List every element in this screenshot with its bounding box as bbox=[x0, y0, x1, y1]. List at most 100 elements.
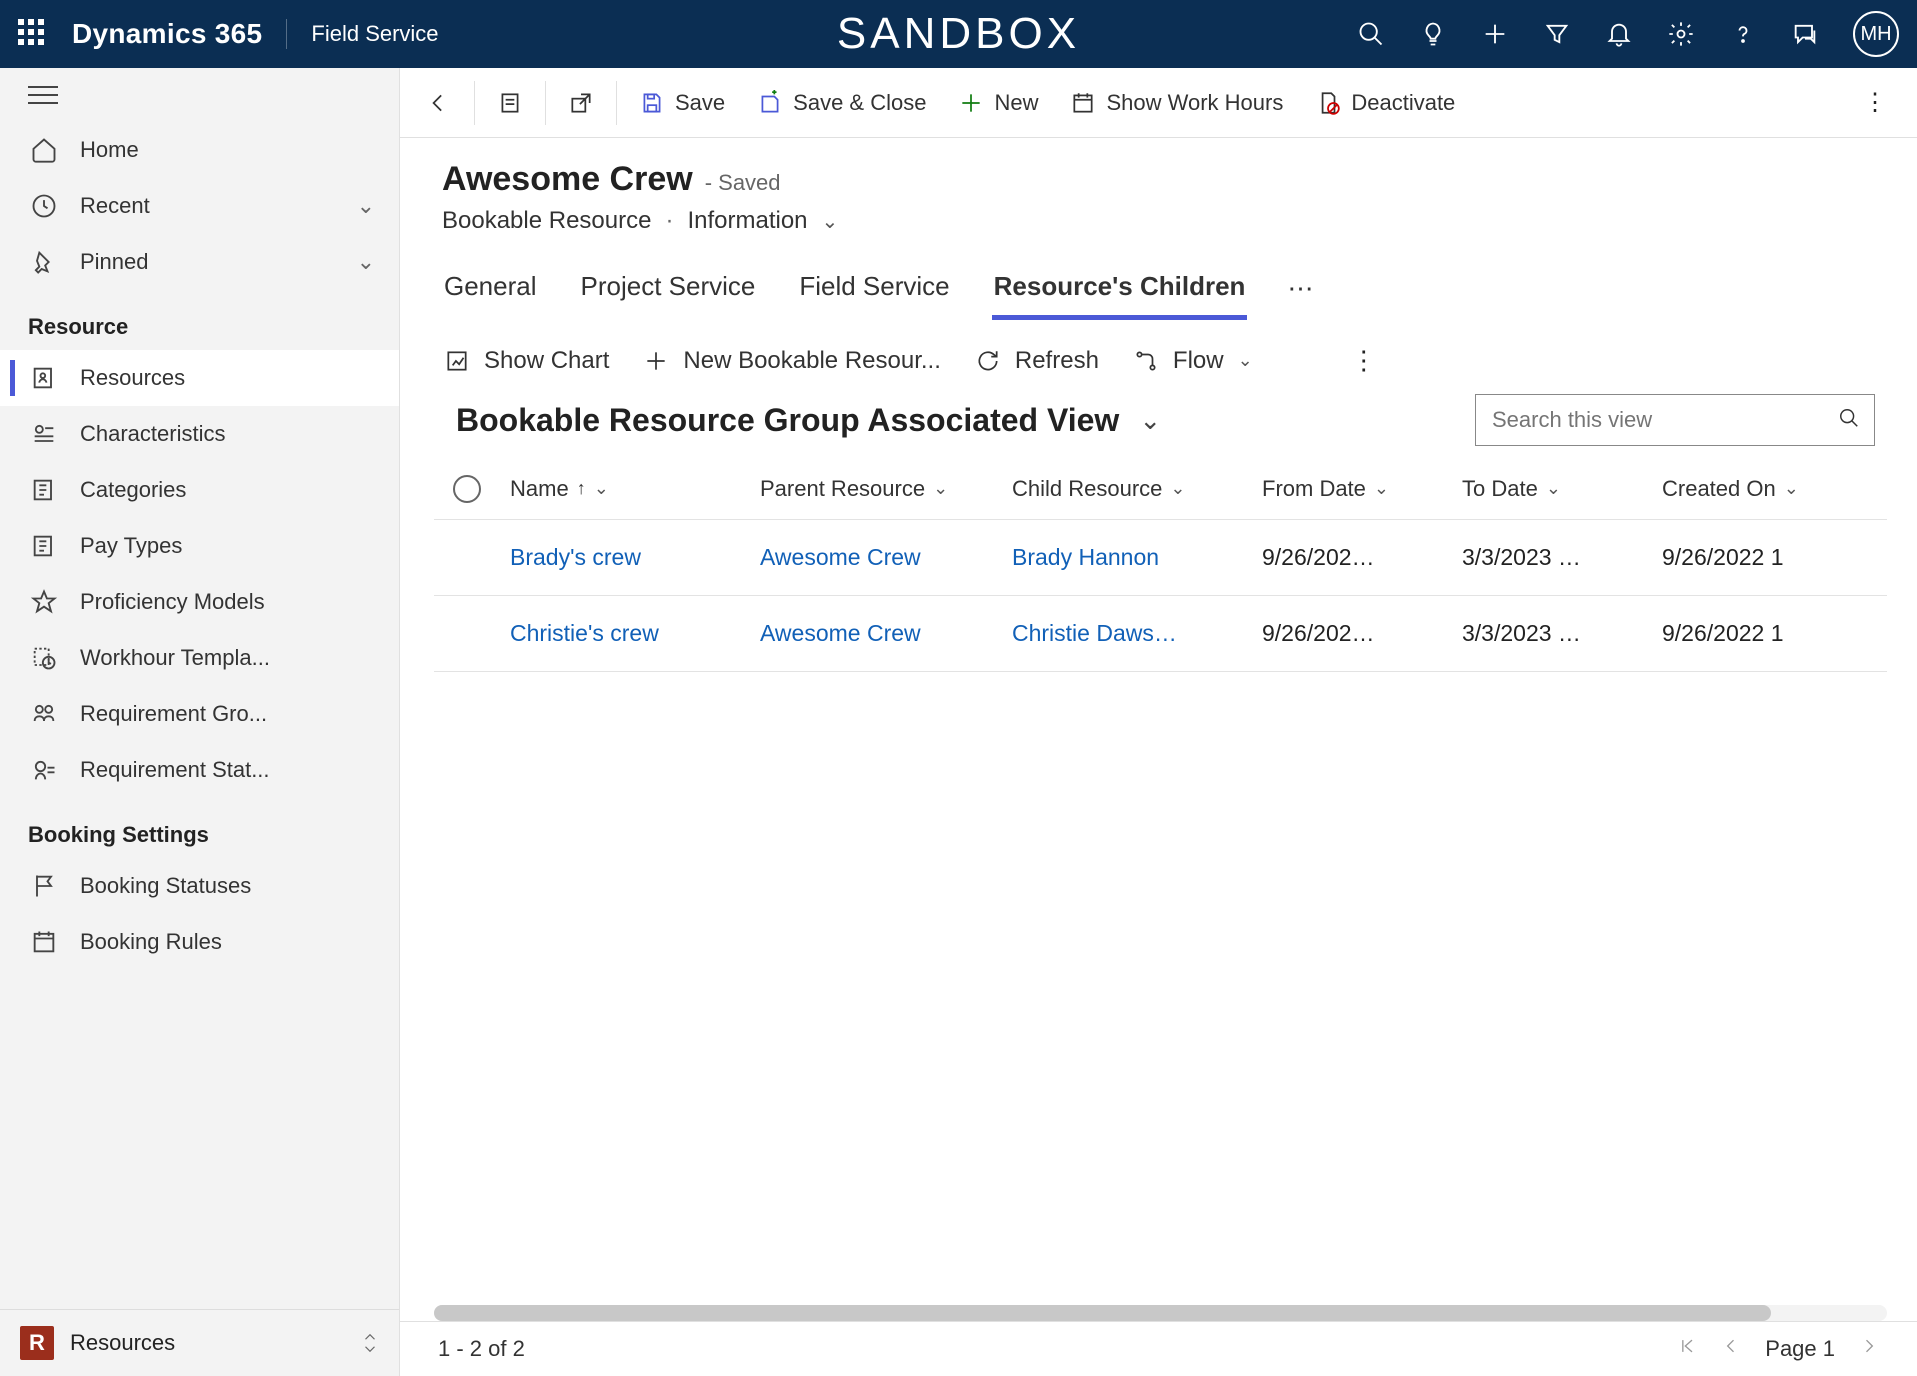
table-row[interactable]: Brady's crew Awesome Crew Brady Hannon 9… bbox=[434, 520, 1887, 596]
sidebar-item-categories[interactable]: Categories bbox=[0, 462, 399, 518]
chart-icon bbox=[444, 348, 470, 374]
next-page-button[interactable] bbox=[1859, 1336, 1879, 1362]
tab-project-service[interactable]: Project Service bbox=[579, 257, 758, 320]
updown-icon[interactable] bbox=[361, 1332, 379, 1354]
record-title: Awesome Crew bbox=[442, 160, 693, 199]
list-icon bbox=[497, 90, 523, 116]
first-page-button[interactable] bbox=[1677, 1336, 1697, 1362]
column-child[interactable]: Child Resource⌄ bbox=[1002, 476, 1252, 502]
open-new-window-button[interactable] bbox=[552, 80, 610, 126]
plus-icon[interactable] bbox=[1481, 20, 1509, 48]
row-parent-link[interactable]: Awesome Crew bbox=[750, 544, 1002, 571]
column-name[interactable]: Name↑⌄ bbox=[500, 476, 750, 502]
table-row[interactable]: Christie's crew Awesome Crew Christie Da… bbox=[434, 596, 1887, 672]
sidebar-item-label: Characteristics bbox=[80, 421, 225, 447]
row-to-date: 3/3/2023 … bbox=[1452, 620, 1652, 647]
sidebar-item-pay-types[interactable]: Pay Types bbox=[0, 518, 399, 574]
sidebar-item-requirement-statuses[interactable]: Requirement Stat... bbox=[0, 742, 399, 798]
save-close-button[interactable]: Save & Close bbox=[741, 80, 942, 126]
entity-label: Bookable Resource bbox=[442, 207, 651, 235]
prev-page-button[interactable] bbox=[1721, 1336, 1741, 1362]
sidebar-item-characteristics[interactable]: Characteristics bbox=[0, 406, 399, 462]
view-title[interactable]: Bookable Resource Group Associated View bbox=[456, 402, 1119, 439]
bell-icon[interactable] bbox=[1605, 20, 1633, 48]
sidebar-item-label: Categories bbox=[80, 477, 186, 503]
sidebar-item-resources[interactable]: Resources bbox=[0, 350, 399, 406]
form-selector[interactable]: Information bbox=[687, 207, 807, 235]
sidebar-item-home[interactable]: Home bbox=[0, 122, 399, 178]
sidebar-item-recent[interactable]: Recent ⌄ bbox=[0, 178, 399, 234]
search-icon[interactable] bbox=[1357, 20, 1385, 48]
command-overflow-button[interactable]: ⋮ bbox=[1845, 78, 1907, 127]
sidebar-item-label: Resources bbox=[80, 365, 185, 391]
chevron-down-icon: ⌄ bbox=[594, 478, 609, 499]
chevron-down-icon[interactable]: ⌄ bbox=[1139, 405, 1161, 436]
lightbulb-icon[interactable] bbox=[1419, 20, 1447, 48]
row-child-link[interactable]: Brady Hannon bbox=[1002, 544, 1252, 571]
subgrid-overflow-button[interactable]: ⋮ bbox=[1351, 345, 1379, 376]
search-input[interactable] bbox=[1490, 406, 1838, 434]
sidebar-item-label: Pay Types bbox=[80, 533, 182, 559]
record-set-button[interactable] bbox=[481, 80, 539, 126]
sidebar-item-requirement-groups[interactable]: Requirement Gro... bbox=[0, 686, 399, 742]
gear-icon[interactable] bbox=[1667, 20, 1695, 48]
new-button[interactable]: New bbox=[942, 80, 1054, 126]
save-button[interactable]: Save bbox=[623, 80, 741, 126]
hamburger-icon[interactable] bbox=[28, 86, 58, 104]
avatar[interactable]: MH bbox=[1853, 11, 1899, 57]
row-child-link[interactable]: Christie Daws… bbox=[1002, 620, 1252, 647]
show-work-hours-label: Show Work Hours bbox=[1106, 90, 1283, 116]
record-count: 1 - 2 of 2 bbox=[438, 1336, 525, 1362]
show-work-hours-button[interactable]: Show Work Hours bbox=[1054, 80, 1299, 126]
categories-icon bbox=[30, 476, 58, 504]
column-from[interactable]: From Date ⌄ bbox=[1252, 476, 1452, 502]
chat-icon[interactable] bbox=[1791, 20, 1819, 48]
new-label: New bbox=[994, 90, 1038, 116]
filter-icon[interactable] bbox=[1543, 20, 1571, 48]
brand-name: Dynamics 365 bbox=[72, 18, 262, 50]
save-icon bbox=[639, 90, 665, 116]
horizontal-scrollbar[interactable] bbox=[434, 1305, 1887, 1321]
area-switcher[interactable]: R Resources bbox=[0, 1309, 399, 1376]
tab-overflow-button[interactable]: ⋯ bbox=[1287, 273, 1313, 304]
sidebar-item-booking-statuses[interactable]: Booking Statuses bbox=[0, 858, 399, 914]
new-bookable-resource-button[interactable]: New Bookable Resour... bbox=[643, 347, 940, 375]
sidebar-item-booking-rules[interactable]: Booking Rules bbox=[0, 914, 399, 970]
characteristics-icon bbox=[30, 420, 58, 448]
sidebar-section-resource: Resource bbox=[0, 290, 399, 350]
workhour-icon bbox=[30, 644, 58, 672]
row-name-link[interactable]: Christie's crew bbox=[500, 620, 750, 647]
tab-general[interactable]: General bbox=[442, 257, 539, 320]
column-to[interactable]: To Date ⌄ bbox=[1452, 476, 1652, 502]
sidebar-section-booking: Booking Settings bbox=[0, 798, 399, 858]
back-button[interactable] bbox=[410, 80, 468, 126]
tab-field-service[interactable]: Field Service bbox=[797, 257, 951, 320]
sidebar-item-workhour-templates[interactable]: Workhour Templa... bbox=[0, 630, 399, 686]
chevron-down-icon[interactable]: ⌄ bbox=[822, 209, 839, 234]
select-all-toggle[interactable] bbox=[453, 475, 481, 503]
tab-resources-children[interactable]: Resource's Children bbox=[992, 257, 1248, 320]
sidebar-item-pinned[interactable]: Pinned ⌄ bbox=[0, 234, 399, 290]
deactivate-button[interactable]: Deactivate bbox=[1299, 80, 1471, 126]
app-launcher-icon[interactable] bbox=[18, 19, 48, 49]
page-label: Page 1 bbox=[1765, 1336, 1835, 1362]
app-name[interactable]: Field Service bbox=[311, 21, 438, 47]
row-parent-link[interactable]: Awesome Crew bbox=[750, 620, 1002, 647]
help-icon[interactable] bbox=[1729, 20, 1757, 48]
search-icon[interactable] bbox=[1838, 407, 1860, 433]
column-parent[interactable]: Parent Resource⌄ bbox=[750, 476, 1002, 502]
search-input-wrapper[interactable] bbox=[1475, 394, 1875, 446]
pin-icon bbox=[30, 248, 58, 276]
column-created[interactable]: Created On ⌄ bbox=[1652, 476, 1887, 502]
row-name-link[interactable]: Brady's crew bbox=[500, 544, 750, 571]
row-created-on: 9/26/2022 1 bbox=[1652, 620, 1887, 647]
clock-icon bbox=[30, 192, 58, 220]
chevron-down-icon: ⌄ bbox=[357, 249, 375, 275]
refresh-button[interactable]: Refresh bbox=[975, 347, 1099, 375]
sidebar-item-label: Booking Rules bbox=[80, 929, 222, 955]
flow-button[interactable]: Flow ⌄ bbox=[1133, 347, 1253, 375]
calendar-icon bbox=[30, 928, 58, 956]
sidebar-item-proficiency[interactable]: Proficiency Models bbox=[0, 574, 399, 630]
show-chart-button[interactable]: Show Chart bbox=[444, 347, 609, 375]
pay-types-icon bbox=[30, 532, 58, 560]
